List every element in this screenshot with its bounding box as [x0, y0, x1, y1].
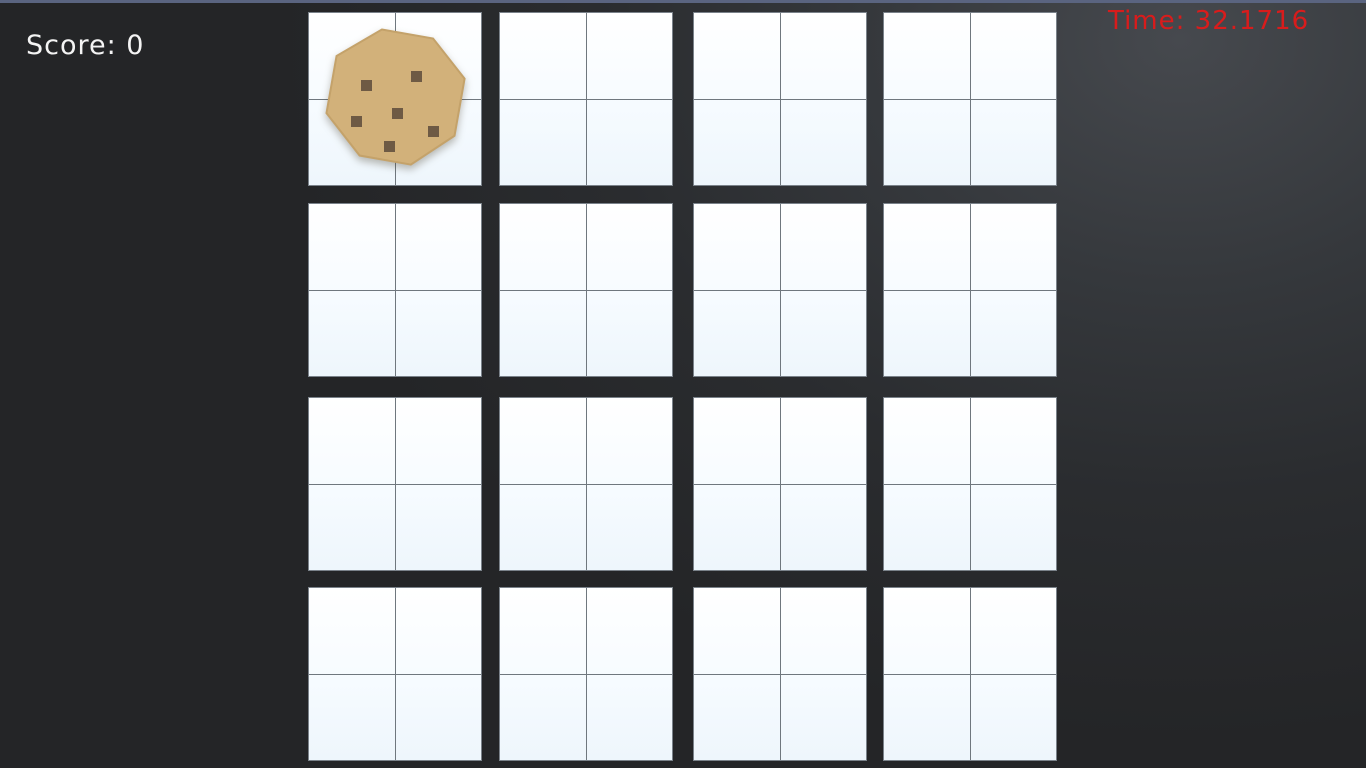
tile-divider — [884, 674, 1056, 675]
tile-divider — [694, 484, 866, 485]
tile-r4-c4[interactable] — [883, 587, 1057, 761]
tile-r3-c2[interactable] — [499, 397, 673, 571]
tile-r4-c1[interactable] — [308, 587, 482, 761]
tile-divider — [694, 290, 866, 291]
tile-divider — [500, 484, 672, 485]
window-top-strip — [0, 0, 1366, 3]
tile-divider — [884, 99, 1056, 100]
tile-r3-c3[interactable] — [693, 397, 867, 571]
tile-r1-c1[interactable] — [308, 12, 482, 186]
tile-r2-c2[interactable] — [499, 203, 673, 377]
tile-r1-c3[interactable] — [693, 12, 867, 186]
tile-r4-c2[interactable] — [499, 587, 673, 761]
tile-divider — [694, 99, 866, 100]
game-board — [308, 12, 1058, 762]
tile-r2-c1[interactable] — [308, 203, 482, 377]
tile-r1-c4[interactable] — [883, 12, 1057, 186]
tile-r2-c3[interactable] — [693, 203, 867, 377]
tile-r2-c4[interactable] — [883, 203, 1057, 377]
tile-divider — [500, 290, 672, 291]
tile-r3-c1[interactable] — [308, 397, 482, 571]
chocolate-chip — [361, 80, 372, 91]
chocolate-chip — [351, 116, 362, 127]
tile-divider — [884, 484, 1056, 485]
chocolate-chip — [428, 126, 439, 137]
chocolate-chip — [392, 108, 403, 119]
tile-divider — [500, 99, 672, 100]
score-label: Score: 0 — [26, 30, 145, 61]
chocolate-chip — [384, 141, 395, 152]
tile-divider — [500, 674, 672, 675]
tile-divider — [694, 674, 866, 675]
chocolate-chip — [411, 71, 422, 82]
tile-divider — [309, 290, 481, 291]
tile-r1-c2[interactable] — [499, 12, 673, 186]
cookie-dough — [325, 28, 466, 166]
timer-label: Time: 32.1716 — [1108, 6, 1310, 36]
tile-r4-c3[interactable] — [693, 587, 867, 761]
tile-r3-c4[interactable] — [883, 397, 1057, 571]
tile-divider — [309, 484, 481, 485]
tile-divider — [884, 290, 1056, 291]
cookie-icon[interactable] — [324, 27, 468, 171]
cookie-graphic — [325, 28, 466, 166]
tile-divider — [309, 674, 481, 675]
